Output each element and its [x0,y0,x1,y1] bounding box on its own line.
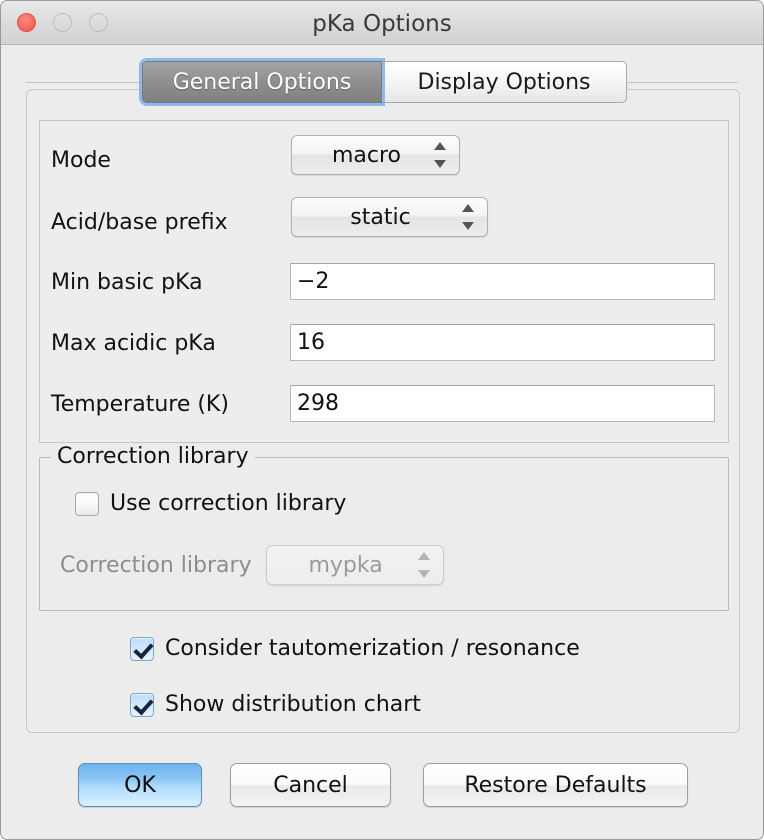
checkbox-checked-icon [130,693,154,717]
use-correction-library-checkbox[interactable]: Use correction library [75,491,346,516]
consider-tautomerization-label: Consider tautomerization / resonance [165,636,580,661]
temperature-label: Temperature (K) [51,379,229,429]
correction-library-dropdown-value: mypka [267,553,443,578]
cancel-button-label: Cancel [273,773,348,798]
tab-general-options-label: General Options [173,70,352,95]
show-distribution-chart-checkbox[interactable]: Show distribution chart [130,692,421,717]
mode-label: Mode [51,135,111,185]
min-basic-pka-label: Min basic pKa [51,257,203,307]
correction-library-row: Correction library mypka [60,543,430,587]
restore-defaults-button-label: Restore Defaults [464,773,646,798]
use-correction-library-label: Use correction library [110,491,346,516]
tab-display-options[interactable]: Display Options [382,61,627,103]
dialog-footer: OK Cancel Restore Defaults [1,763,763,815]
window-titlebar: pKa Options [1,1,763,45]
tab-general-options[interactable]: General Options [142,61,382,103]
correction-library-groupbox: Correction library Use correction librar… [39,457,729,611]
consider-tautomerization-checkbox[interactable]: Consider tautomerization / resonance [130,636,580,661]
chevron-updown-icon [462,204,474,230]
checkbox-unchecked-icon [75,492,99,516]
max-acidic-pka-label: Max acidic pKa [51,318,216,368]
temperature-input[interactable] [290,385,715,422]
field-row-max-acidic-pka: Max acidic pKa [40,318,728,368]
acid-base-prefix-dropdown-value: static [292,205,487,230]
ok-button-label: OK [124,773,156,798]
show-distribution-chart-label: Show distribution chart [165,692,421,717]
field-row-min-basic-pka: Min basic pKa [40,257,728,307]
acid-base-prefix-label: Acid/base prefix [51,197,228,247]
chevron-updown-icon [418,552,430,578]
correction-library-group-title: Correction library [51,444,255,469]
general-options-panel: Mode macro Acid/base prefix static [26,89,740,733]
correction-library-label: Correction library [60,543,252,587]
fields-group: Mode macro Acid/base prefix static [39,120,729,443]
window-title: pKa Options [1,11,763,37]
correction-library-dropdown[interactable]: mypka [266,545,444,585]
restore-defaults-button[interactable]: Restore Defaults [423,763,688,807]
field-row-temperature: Temperature (K) [40,379,728,429]
max-acidic-pka-input[interactable] [290,324,715,361]
acid-base-prefix-dropdown[interactable]: static [291,197,488,237]
mode-dropdown[interactable]: macro [291,135,460,175]
ok-button[interactable]: OK [78,763,202,807]
cancel-button[interactable]: Cancel [230,763,391,807]
chevron-updown-icon [434,142,446,168]
pka-options-window: pKa Options General Options Display Opti… [0,0,764,840]
field-row-acid-base-prefix: Acid/base prefix static [40,197,728,247]
checkbox-checked-icon [130,637,154,661]
tab-display-options-label: Display Options [418,70,591,95]
min-basic-pka-input[interactable] [290,263,715,300]
field-row-mode: Mode macro [40,135,728,185]
